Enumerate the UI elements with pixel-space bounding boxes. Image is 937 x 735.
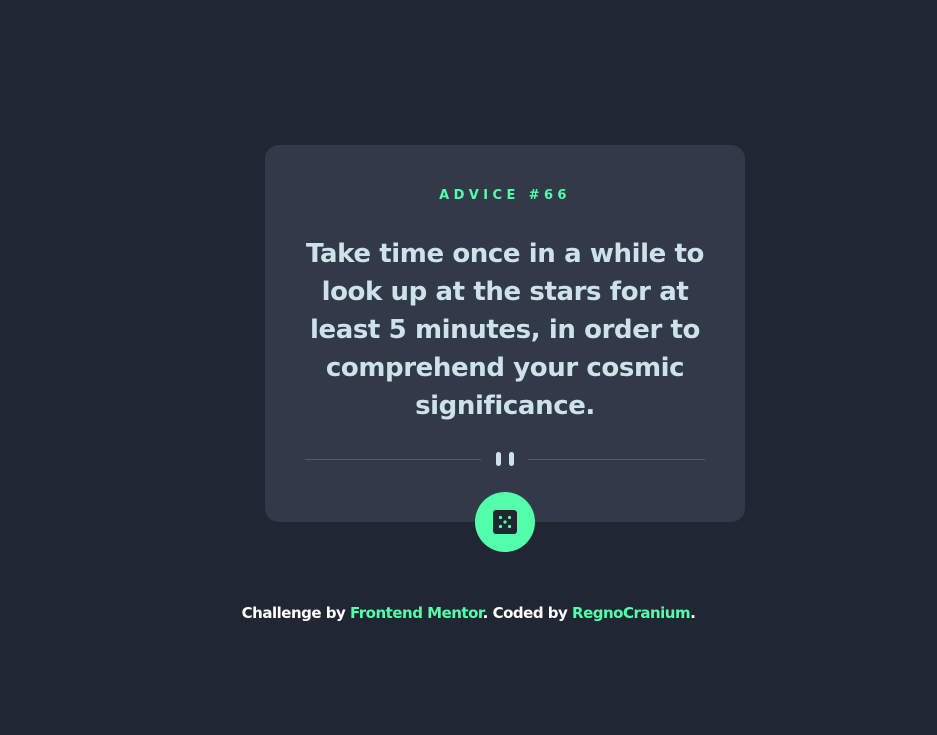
attribution-prefix: Challenge by	[241, 604, 350, 622]
advice-id-label: ADVICE #66	[439, 188, 571, 203]
divider-line-right	[528, 459, 705, 460]
pattern-divider	[305, 450, 705, 468]
dice-icon	[493, 510, 517, 534]
pause-icon	[496, 452, 516, 466]
attribution-footer: Challenge by Frontend Mentor. Coded by R…	[0, 604, 937, 622]
advice-card: ADVICE #66 Take time once in a while to …	[265, 145, 745, 522]
divider-line-left	[305, 459, 481, 460]
attribution-suffix: .	[690, 604, 696, 622]
frontend-mentor-link[interactable]: Frontend Mentor	[350, 604, 483, 622]
attribution-middle: . Coded by	[482, 604, 573, 622]
advice-quote: Take time once in a while to look up at …	[306, 239, 704, 421]
author-link[interactable]: RegnoCranium	[572, 604, 691, 622]
generate-advice-button[interactable]	[475, 492, 535, 552]
